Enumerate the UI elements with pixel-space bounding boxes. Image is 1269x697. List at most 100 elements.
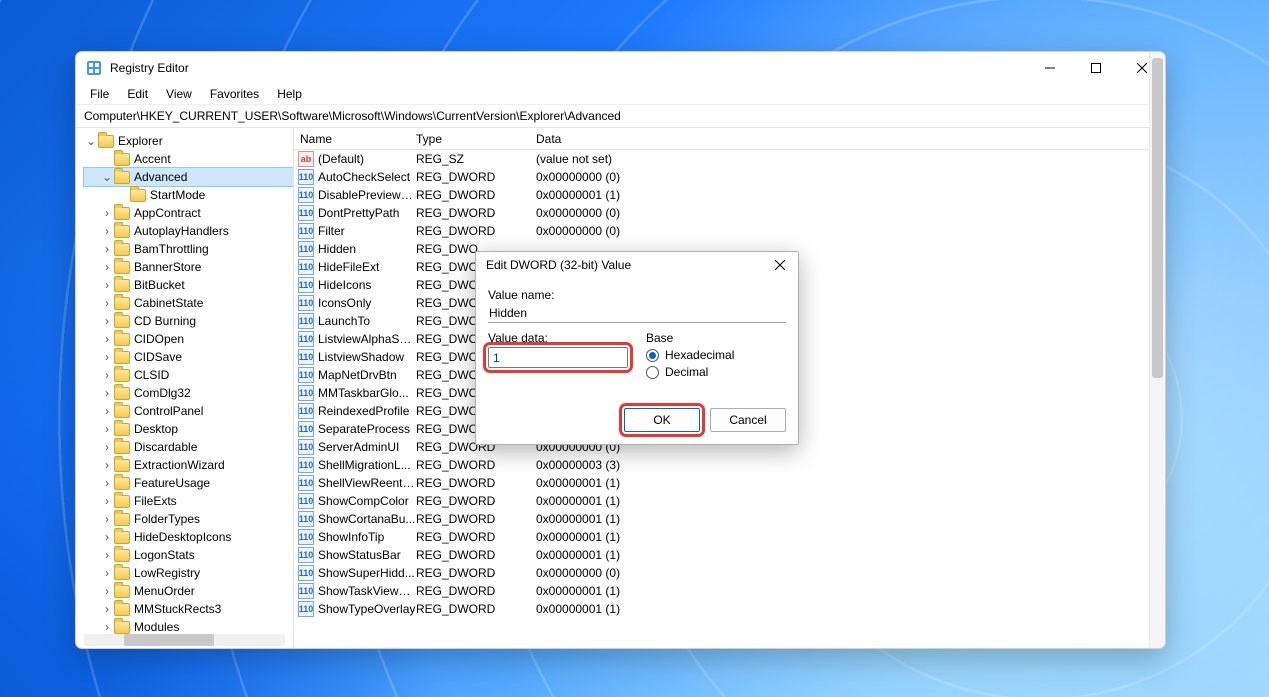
expand-collapse-icon[interactable]: ⌄ — [84, 134, 98, 148]
list-row[interactable]: 110ShowStatusBarREG_DWORD0x00000001 (1) — [294, 546, 1165, 564]
tree-item[interactable]: ›LogonStats — [84, 546, 293, 564]
cancel-button[interactable]: Cancel — [710, 408, 786, 432]
tree-item-label: ComDlg32 — [134, 386, 191, 400]
expand-collapse-icon[interactable]: › — [100, 494, 114, 508]
value-data-input[interactable] — [488, 347, 628, 368]
expand-collapse-icon[interactable]: › — [100, 386, 114, 400]
tree-item[interactable]: ›MMStuckRects3 — [84, 600, 293, 618]
menu-favorites[interactable]: Favorites — [202, 85, 267, 103]
tree-item[interactable]: › FileExts — [84, 492, 293, 510]
expand-collapse-icon[interactable]: › — [100, 404, 114, 418]
list-row[interactable]: 110ShowTaskViewB...REG_DWORD0x00000001 (… — [294, 582, 1165, 600]
column-data[interactable]: Data — [536, 132, 1165, 146]
maximize-button[interactable] — [1073, 52, 1119, 83]
minimize-button[interactable] — [1027, 52, 1073, 83]
tree-item[interactable]: ›AutoplayHandlers — [84, 222, 293, 240]
list-row[interactable]: 110ShowSuperHidd...REG_DWORD0x00000000 (… — [294, 564, 1165, 582]
radio-decimal[interactable]: Decimal — [646, 365, 786, 379]
tree-item[interactable]: ⌄Advanced — [84, 168, 293, 186]
tree-item[interactable]: ›CabinetState — [84, 294, 293, 312]
expand-collapse-icon[interactable]: › — [100, 584, 114, 598]
tree-item[interactable]: ›FeatureUsage — [84, 474, 293, 492]
tree-item[interactable]: ›CD Burning — [84, 312, 293, 330]
tree-item[interactable]: ›BannerStore — [84, 258, 293, 276]
expand-collapse-icon[interactable]: › — [100, 422, 114, 436]
expand-collapse-icon[interactable]: › — [100, 620, 114, 634]
list-row[interactable]: 110AutoCheckSelectREG_DWORD0x00000000 (0… — [294, 168, 1165, 186]
tree-item[interactable]: ›ExtractionWizard — [84, 456, 293, 474]
list-row[interactable]: 110DontPrettyPathREG_DWORD0x00000000 (0) — [294, 204, 1165, 222]
window-vertical-scrollbar[interactable] — [1149, 52, 1165, 648]
expand-collapse-icon[interactable]: › — [100, 296, 114, 310]
list-row[interactable]: 110ShowInfoTipREG_DWORD0x00000001 (1) — [294, 528, 1165, 546]
expand-collapse-icon[interactable]: › — [100, 260, 114, 274]
dword-value-icon: 110 — [298, 565, 314, 581]
tree-horizontal-scrollbar[interactable] — [84, 634, 285, 646]
menu-file[interactable]: File — [82, 85, 117, 103]
column-type[interactable]: Type — [416, 132, 536, 146]
expand-collapse-icon[interactable]: › — [100, 566, 114, 580]
scrollbar-thumb[interactable] — [1152, 58, 1163, 378]
expand-collapse-icon[interactable]: › — [100, 548, 114, 562]
tree-item[interactable]: ›HideDesktopIcons — [84, 528, 293, 546]
tree-item[interactable]: ›LowRegistry — [84, 564, 293, 582]
folder-icon — [114, 333, 130, 346]
ok-button[interactable]: OK — [624, 408, 700, 432]
tree-item[interactable]: › ControlPanel — [84, 402, 293, 420]
tree-item[interactable]: ›CIDSave — [84, 348, 293, 366]
tree-item[interactable]: ›Desktop — [84, 420, 293, 438]
list-header[interactable]: Name Type Data — [294, 128, 1165, 150]
menu-help[interactable]: Help — [269, 85, 310, 103]
list-row[interactable]: 110ShowTypeOverlayREG_DWORD0x00000001 (1… — [294, 600, 1165, 618]
tree-item[interactable]: Accent — [84, 150, 293, 168]
expand-collapse-icon[interactable]: › — [100, 314, 114, 328]
column-name[interactable]: Name — [294, 132, 416, 146]
expand-collapse-icon[interactable]: › — [100, 224, 114, 238]
list-row[interactable]: 110ShellViewReente...REG_DWORD0x00000001… — [294, 474, 1165, 492]
list-row[interactable]: 110ShellMigrationL...REG_DWORD0x00000003… — [294, 456, 1165, 474]
tree-item[interactable]: › Discardable — [84, 438, 293, 456]
scrollbar-thumb[interactable] — [124, 634, 214, 646]
tree-item[interactable]: ⌄Explorer — [84, 132, 293, 150]
tree-item[interactable]: ›MenuOrder — [84, 582, 293, 600]
expand-collapse-icon[interactable]: › — [100, 368, 114, 382]
expand-collapse-icon[interactable]: › — [100, 476, 114, 490]
list-row[interactable]: 110ShowCompColorREG_DWORD0x00000001 (1) — [294, 492, 1165, 510]
tree-pane[interactable]: ⌄ExplorerAccent⌄AdvancedStartMode›AppCon… — [76, 128, 294, 648]
menu-view[interactable]: View — [158, 85, 200, 103]
expand-collapse-icon[interactable]: › — [100, 278, 114, 292]
tree-item[interactable]: ›AppContract — [84, 204, 293, 222]
tree-item[interactable]: StartMode — [84, 186, 293, 204]
titlebar[interactable]: Registry Editor — [76, 52, 1165, 83]
expand-collapse-icon[interactable]: › — [100, 512, 114, 526]
tree-item[interactable]: ›CLSID — [84, 366, 293, 384]
tree-item-label: FileExts — [134, 494, 177, 508]
list-row[interactable]: ab(Default)REG_SZ(value not set) — [294, 150, 1165, 168]
expand-collapse-icon[interactable]: ⌄ — [100, 170, 114, 184]
expand-collapse-icon[interactable]: › — [100, 530, 114, 544]
expand-collapse-icon[interactable]: › — [100, 332, 114, 346]
expand-collapse-icon[interactable]: › — [100, 458, 114, 472]
expand-collapse-icon[interactable]: › — [100, 440, 114, 454]
dialog-close-button[interactable] — [766, 254, 794, 276]
folder-icon — [114, 531, 130, 544]
address-bar[interactable]: Computer\HKEY_CURRENT_USER\Software\Micr… — [76, 105, 1165, 128]
dialog-titlebar[interactable]: Edit DWORD (32-bit) Value — [476, 252, 798, 278]
expand-collapse-icon[interactable]: › — [100, 350, 114, 364]
radio-hexadecimal[interactable]: Hexadecimal — [646, 348, 786, 362]
tree-item[interactable]: ›FolderTypes — [84, 510, 293, 528]
tree-item[interactable]: ›BitBucket — [84, 276, 293, 294]
tree-item-label: ControlPanel — [134, 404, 203, 418]
menu-edit[interactable]: Edit — [119, 85, 156, 103]
tree-item[interactable]: ›BamThrottling — [84, 240, 293, 258]
expand-collapse-icon[interactable]: › — [100, 242, 114, 256]
value-type-cell: REG_DWORD — [416, 584, 536, 598]
tree-item[interactable]: ›CIDOpen — [84, 330, 293, 348]
tree-item[interactable]: › ComDlg32 — [84, 384, 293, 402]
list-row[interactable]: 110FilterREG_DWORD0x00000000 (0) — [294, 222, 1165, 240]
list-row[interactable]: 110DisablePreviewD...REG_DWORD0x00000001… — [294, 186, 1165, 204]
tree-item-label: Discardable — [134, 440, 197, 454]
expand-collapse-icon[interactable]: › — [100, 602, 114, 616]
list-row[interactable]: 110ShowCortanaBu...REG_DWORD0x00000001 (… — [294, 510, 1165, 528]
expand-collapse-icon[interactable]: › — [100, 206, 114, 220]
